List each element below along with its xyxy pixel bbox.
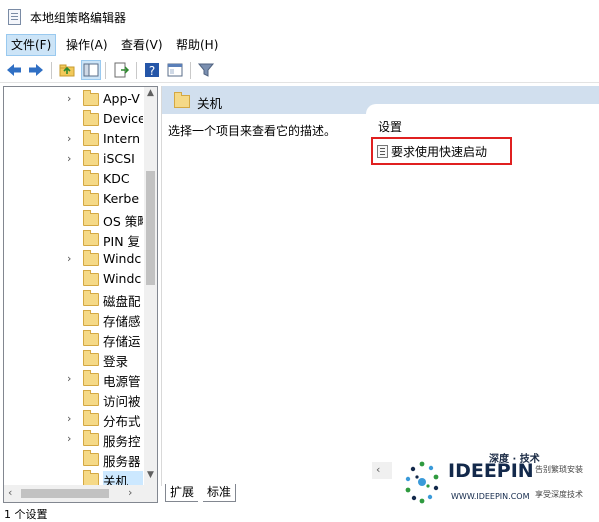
settings-list: 设置 要求使用快速启动 — [366, 104, 599, 484]
folder-icon — [83, 310, 99, 326]
tree-item[interactable]: PIN 复 — [4, 229, 144, 249]
folder-icon — [83, 370, 99, 386]
folder-icon — [83, 250, 99, 266]
scroll-down-icon[interactable]: ▼ — [147, 470, 154, 480]
watermark: 深度 · 技术 IDEEPIN WWW.IDEEPIN.COM 告别繁琐安装 享… — [392, 448, 599, 512]
setting-row-require-fast-startup[interactable]: 要求使用快速启动 — [371, 137, 512, 165]
toolbar: ? — [0, 58, 599, 83]
tree-item[interactable]: › Intern — [4, 129, 144, 149]
policy-setting-icon — [377, 145, 388, 158]
policy-editor-icon — [8, 9, 21, 25]
svg-text:?: ? — [149, 64, 155, 78]
folder-icon — [83, 230, 99, 246]
watermark-brand: IDEEPIN — [448, 460, 534, 482]
status-text: 1 个设置 — [4, 508, 48, 521]
folder-icon — [83, 350, 99, 366]
tree-item[interactable]: › 服务控 — [4, 429, 144, 449]
chevron-right-icon[interactable]: › — [67, 152, 71, 165]
folder-icon — [83, 450, 99, 466]
tab-extended[interactable]: 扩展 — [165, 484, 199, 502]
show-hide-tree-icon[interactable] — [81, 60, 101, 80]
folder-icon — [83, 210, 99, 226]
folder-icon — [83, 130, 99, 146]
tree-item[interactable]: Windc — [4, 269, 144, 289]
ideepin-logo-icon — [405, 461, 439, 504]
tab-standard[interactable]: 标准 — [203, 484, 237, 502]
menu-bar: 文件(F) 操作(A) 查看(V) 帮助(H) — [0, 34, 599, 56]
chevron-right-icon[interactable]: › — [67, 432, 71, 445]
folder-icon — [83, 90, 99, 106]
folder-icon — [83, 430, 99, 446]
details-pane: 关机 选择一个项目来查看它的描述。 设置 要求使用快速启动 ‹ — [161, 86, 599, 486]
tree-item[interactable]: › Windc — [4, 249, 144, 269]
forward-arrow-icon[interactable] — [27, 61, 45, 79]
tree-item[interactable]: Device — [4, 109, 144, 129]
scroll-thumb[interactable] — [146, 171, 155, 285]
watermark-tagline-2: 享受深度技术 — [535, 490, 583, 499]
chevron-right-icon[interactable]: › — [67, 132, 71, 145]
menu-help[interactable]: 帮助(H) — [172, 35, 222, 55]
tree-horizontal-scrollbar[interactable]: ‹ › — [4, 485, 157, 502]
chevron-right-icon[interactable]: › — [67, 412, 71, 425]
tree-item[interactable]: 存储运 — [4, 329, 144, 349]
tree-item[interactable]: KDC — [4, 169, 144, 189]
section-title: 关机 — [197, 96, 223, 111]
description-text: 选择一个项目来查看它的描述。 — [168, 124, 337, 138]
watermark-url: WWW.IDEEPIN.COM — [451, 492, 530, 501]
scroll-up-icon[interactable]: ▲ — [147, 88, 154, 98]
menu-file[interactable]: 文件(F) — [6, 34, 57, 56]
view-tabs: 扩展 标准 — [161, 484, 321, 504]
tree-item[interactable]: › 电源管 — [4, 369, 144, 389]
help-icon[interactable]: ? — [143, 61, 161, 79]
menu-view[interactable]: 查看(V) — [117, 35, 167, 55]
watermark-tagline-1: 告别繁琐安装 — [535, 465, 583, 474]
scroll-left-icon[interactable]: ‹ — [376, 463, 380, 476]
setting-label: 要求使用快速启动 — [391, 145, 488, 159]
chevron-right-icon[interactable]: › — [67, 92, 71, 105]
folder-icon — [83, 190, 99, 206]
tree-item[interactable]: › 分布式 — [4, 409, 144, 429]
tree-item[interactable]: › App-V — [4, 89, 144, 109]
column-header-setting[interactable]: 设置 — [378, 118, 402, 135]
chevron-right-icon[interactable]: › — [67, 252, 71, 265]
folder-icon — [83, 290, 99, 306]
folder-icon — [83, 330, 99, 346]
folder-icon — [174, 92, 190, 108]
scroll-right-icon[interactable]: › — [128, 486, 132, 499]
back-arrow-icon[interactable] — [5, 61, 23, 79]
tree-item[interactable]: 访问被 — [4, 389, 144, 409]
menu-action[interactable]: 操作(A) — [62, 35, 112, 55]
tree-item[interactable]: 登录 — [4, 349, 144, 369]
folder-icon — [83, 170, 99, 186]
tree-item[interactable]: Kerbe — [4, 189, 144, 209]
title-bar: 本地组策略编辑器 — [0, 0, 599, 32]
tree-item[interactable]: OS 策略 — [4, 209, 144, 229]
folder-icon — [83, 410, 99, 426]
window-title: 本地组策略编辑器 — [30, 11, 127, 25]
tree-item[interactable]: › iSCSI — [4, 149, 144, 169]
tree-item[interactable]: 磁盘配 — [4, 289, 144, 309]
filter-icon[interactable] — [197, 61, 215, 79]
properties-icon[interactable] — [166, 61, 184, 79]
folder-icon — [83, 270, 99, 286]
scroll-left-icon[interactable]: ‹ — [8, 486, 12, 499]
export-list-icon[interactable] — [112, 61, 130, 79]
policy-tree: › App-V Device › Intern › iSCSI KDC Kerbe O… — [3, 86, 158, 503]
folder-icon — [83, 110, 99, 126]
scroll-thumb[interactable] — [21, 489, 109, 498]
folder-icon — [83, 390, 99, 406]
tree-item[interactable]: 存储感 — [4, 309, 144, 329]
up-folder-icon[interactable] — [58, 61, 76, 79]
tree-vertical-scrollbar[interactable]: ▲ ▼ — [144, 87, 157, 485]
chevron-right-icon[interactable]: › — [67, 372, 71, 385]
tree-item[interactable]: 服务器 — [4, 449, 144, 469]
folder-icon — [83, 150, 99, 166]
